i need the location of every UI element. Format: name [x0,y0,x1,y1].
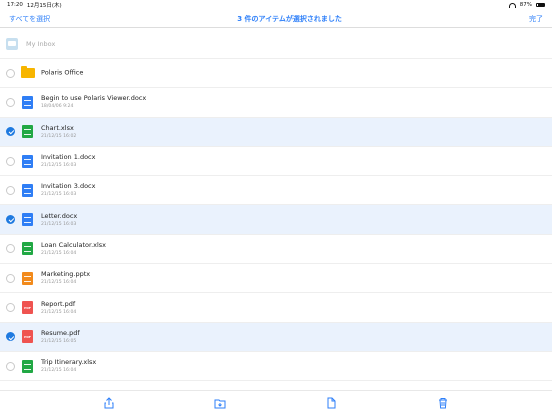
checked-circle-icon[interactable] [6,127,15,137]
file-rows: Polaris Office Begin to use Polaris Viewe… [0,59,552,382]
unchecked-circle-icon[interactable] [6,68,15,78]
copy-button[interactable] [324,396,338,410]
unchecked-circle-icon[interactable] [6,156,15,166]
copy-icon [327,397,336,409]
xls-file-icon [22,242,33,256]
doc-file-icon [22,154,33,168]
doc-file-icon [22,95,33,109]
file-name: Marketing.pptx [41,270,91,279]
pdf-file-icon: PDF [22,301,33,315]
select-all-button[interactable]: すべてを選択 [9,14,50,24]
file-name: Loan Calculator.xlsx [41,240,107,249]
file-date: 21/12/15 16:04 [41,368,77,374]
file-text: Chart.xlsx 21/12/15 16:02 [41,124,76,140]
status-right: 87% [508,2,545,8]
trash-icon [439,398,447,409]
file-date: 21/12/15 16:03 [41,221,77,227]
delete-button[interactable] [436,396,450,410]
xls-file-icon [22,125,33,139]
status-left: 17:20 12月15日(木) [7,1,62,9]
file-name: Invitation 1.docx [41,153,96,162]
unchecked-circle-icon[interactable] [6,185,15,195]
file-text: Invitation 1.docx 21/12/15 16:03 [41,153,95,169]
doc-file-icon [22,213,33,227]
battery-icon [536,2,545,8]
inbox-row[interactable]: My Inbox [0,29,552,59]
file-text: Marketing.pptx 21/12/15 16:04 [41,270,90,286]
file-name: Report.pdf [41,299,76,308]
file-row[interactable]: Letter.docx 21/12/15 16:03 [0,205,552,235]
inbox-label: My Inbox [26,39,56,48]
checked-circle-icon[interactable] [6,332,15,342]
file-row[interactable]: Begin to use Polaris Viewer.docx 18/04/06… [0,88,552,118]
file-text: Trip Itinerary.xlsx 21/12/15 16:04 [41,358,96,374]
unchecked-circle-icon[interactable] [6,361,15,371]
file-text: Resume.pdf 21/12/15 16:05 [41,329,80,345]
share-icon [104,397,114,409]
file-row[interactable]: Chart.xlsx 21/12/15 16:02 [0,117,552,147]
share-button[interactable] [102,396,116,410]
nav-bar: すべてを選択 3 件のアイテムが選択されました 完了 [0,10,552,28]
file-date: 21/12/15 16:04 [41,309,77,315]
file-date: 21/12/15 16:05 [41,338,77,344]
folder-icon [21,66,35,79]
file-text: Begin to use Polaris Viewer.docx 18/04/06… [41,94,146,110]
status-bar: 17:20 12月15日(木) 87% [0,0,552,10]
file-date: 21/12/15 16:04 [41,250,77,256]
status-time: 17:20 [7,2,23,8]
ppt-file-icon [22,271,33,285]
file-row[interactable]: Marketing.pptx 21/12/15 16:04 [0,264,552,294]
file-row[interactable]: Polaris Office [0,59,552,89]
move-to-folder-icon [214,399,226,409]
file-row[interactable]: PDF Report.pdf 21/12/15 16:04 [0,293,552,323]
inbox-icon [6,37,18,50]
file-row[interactable]: Invitation 1.docx 21/12/15 16:03 [0,147,552,177]
file-name: Letter.docx [41,211,78,220]
file-date: 21/12/15 16:02 [41,133,77,139]
file-name: Trip Itinerary.xlsx [41,358,97,367]
pdf-file-icon: PDF [22,330,33,344]
xls-file-icon [22,359,33,373]
done-button[interactable]: 完了 [529,14,543,24]
file-name: Polaris Office [41,68,84,77]
file-row[interactable]: Trip Itinerary.xlsx 21/12/15 16:04 [0,352,552,382]
unchecked-circle-icon[interactable] [6,97,15,107]
file-text: Invitation 3.docx 21/12/15 16:03 [41,182,95,198]
file-text: Polaris Office [41,69,83,78]
unchecked-circle-icon[interactable] [6,303,15,313]
file-name: Resume.pdf [41,328,80,337]
file-row[interactable]: PDF Resume.pdf 21/12/15 16:05 [0,322,552,352]
bottom-toolbar [0,390,552,414]
move-to-folder-button[interactable] [213,396,227,410]
file-date: 21/12/15 16:04 [41,280,77,286]
file-date: 21/12/15 16:03 [41,163,77,169]
file-name: Invitation 3.docx [41,182,96,191]
file-text: Loan Calculator.xlsx 21/12/15 16:04 [41,241,106,257]
file-row[interactable]: Invitation 3.docx 21/12/15 16:03 [0,176,552,206]
checked-circle-icon[interactable] [6,215,15,225]
selection-title: 3 件のアイテムが選択されました [237,14,342,23]
file-text: Letter.docx 21/12/15 16:03 [41,212,77,228]
file-date: 21/12/15 16:03 [41,192,77,198]
unchecked-circle-icon[interactable] [6,273,15,283]
unchecked-circle-icon[interactable] [6,244,15,254]
status-date: 12月15日(木) [26,3,62,9]
file-list: My Inbox Polaris Office Begin to use Pola… [0,29,552,382]
battery-percent: 87% [519,2,532,8]
file-row[interactable]: Loan Calculator.xlsx 21/12/15 16:04 [0,235,552,265]
doc-file-icon [22,183,33,197]
file-date: 18/04/06 9:24 [41,104,74,110]
file-name: Chart.xlsx [41,123,74,132]
file-text: Report.pdf 21/12/15 16:04 [41,300,76,316]
file-name: Begin to use Polaris Viewer.docx [41,94,147,103]
wifi-icon [508,2,516,8]
